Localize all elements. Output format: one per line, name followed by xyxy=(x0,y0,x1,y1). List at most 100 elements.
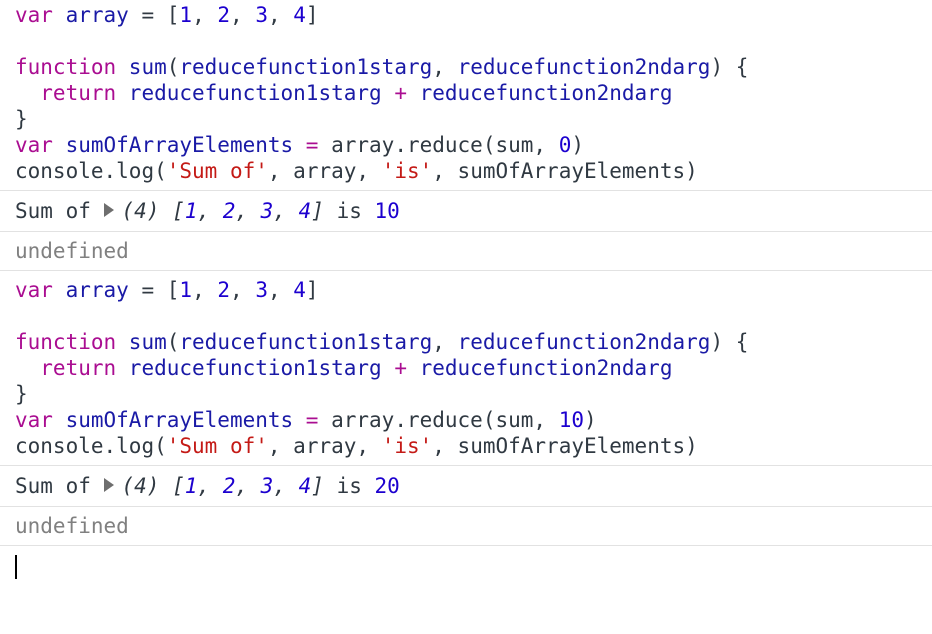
code-token: reducefunction1starg xyxy=(179,55,433,79)
code-line: } xyxy=(15,382,28,406)
code-token: function xyxy=(15,55,117,79)
code-token: .log( xyxy=(103,434,167,458)
code-token: var xyxy=(15,278,53,302)
code-token: , array, xyxy=(267,434,382,458)
code-token: , sumOfArrayElements) xyxy=(432,159,698,183)
log-text: Sum of xyxy=(15,199,104,223)
log-result: 10 xyxy=(374,199,400,223)
code-token: , xyxy=(192,278,218,302)
code-line: var sumOfArrayElements = array.reduce(su… xyxy=(15,407,932,433)
array-bracket: ] xyxy=(311,474,324,498)
code-token: , xyxy=(230,3,256,27)
code-token: reducefunction2ndarg xyxy=(419,81,673,105)
array-value: 1 xyxy=(184,474,198,498)
code-line: function sum(reducefunction1starg, reduc… xyxy=(15,54,932,80)
code-token: ) xyxy=(571,133,584,157)
console-log-output: Sum of (4) [1, 2, 3, 4] is 20 xyxy=(0,466,932,507)
code-token: 'is' xyxy=(381,159,433,183)
code-token: console xyxy=(15,159,104,183)
code-token: = xyxy=(128,278,167,302)
log-text: is xyxy=(323,199,375,223)
console-prompt-input[interactable] xyxy=(0,548,932,634)
code-token: 2 xyxy=(217,278,231,302)
code-token: 'Sum of' xyxy=(166,434,268,458)
code-token: [ xyxy=(166,278,180,302)
code-token: = xyxy=(128,3,167,27)
code-token: sum xyxy=(116,55,167,79)
code-line: var sumOfArrayElements = array.reduce(su… xyxy=(15,132,932,158)
code-line: console.log('Sum of', array, 'is', sumOf… xyxy=(15,158,932,184)
code-token: , xyxy=(267,278,294,302)
array-value: 4 xyxy=(298,474,312,498)
code-token: 4 xyxy=(293,3,306,27)
code-token: , xyxy=(432,330,458,354)
array-length[interactable]: (4) xyxy=(122,474,160,498)
code-token: 10 xyxy=(558,408,584,432)
code-token: + xyxy=(381,81,420,105)
code-token: , xyxy=(230,278,256,302)
console-log-output: Sum of (4) [1, 2, 3, 4] is 10 xyxy=(0,191,932,232)
array-value: 3 xyxy=(260,199,274,223)
log-line: Sum of (4) [1, 2, 3, 4] is 10 xyxy=(15,198,932,224)
code-token: 'Sum of' xyxy=(166,159,268,183)
disclosure-triangle-icon[interactable] xyxy=(103,478,114,492)
console-input-entry[interactable]: var array = [1, 2, 3, 4] function sum(re… xyxy=(0,0,932,191)
code-token: , sumOfArrayElements) xyxy=(432,434,698,458)
array-value: 2 xyxy=(222,199,236,223)
code-token: array xyxy=(65,3,129,27)
array-sep: , xyxy=(197,199,223,223)
array-bracket: ] xyxy=(311,199,324,223)
array-value: 3 xyxy=(260,474,274,498)
code-token: 1 xyxy=(179,3,193,27)
code-token: return xyxy=(15,81,117,105)
code-token: reducefunction2ndarg xyxy=(457,330,711,354)
console-return-value: undefined xyxy=(0,232,932,271)
code-token: sumOfArrayElements xyxy=(52,133,294,157)
code-token: 2 xyxy=(217,3,231,27)
code-token: var xyxy=(15,3,53,27)
array-sep: , xyxy=(273,199,299,223)
code-token: array xyxy=(331,133,395,157)
console-return-value: undefined xyxy=(0,507,932,546)
code-token: ( xyxy=(166,55,180,79)
code-line: return reducefunction1starg + reducefunc… xyxy=(15,355,932,381)
code-token: 'is' xyxy=(381,434,433,458)
code-token: [ xyxy=(166,3,180,27)
code-token: , xyxy=(432,55,458,79)
js-console: var array = [1, 2, 3, 4] function sum(re… xyxy=(0,0,932,634)
code-token: reducefunction1starg xyxy=(116,356,382,380)
console-input-entry[interactable]: var array = [1, 2, 3, 4] function sum(re… xyxy=(0,271,932,466)
array-length[interactable]: (4) xyxy=(122,199,160,223)
array-sep: , xyxy=(235,199,261,223)
code-token: var xyxy=(15,133,53,157)
code-token: reducefunction2ndarg xyxy=(457,55,711,79)
code-line: } xyxy=(15,107,28,131)
disclosure-triangle-icon[interactable] xyxy=(103,203,114,217)
code-token: array xyxy=(331,408,395,432)
array-value: 2 xyxy=(222,474,236,498)
array-sep: , xyxy=(273,474,299,498)
return-undefined: undefined xyxy=(15,239,129,263)
code-line: console.log('Sum of', array, 'is', sumOf… xyxy=(15,433,932,459)
code-token: ] xyxy=(305,278,319,302)
code-token: .reduce(sum, xyxy=(394,133,559,157)
code-token: function xyxy=(15,330,117,354)
code-token: sumOfArrayElements xyxy=(52,408,294,432)
code-token: reducefunction1starg xyxy=(116,81,382,105)
code-token: reducefunction1starg xyxy=(179,330,433,354)
array-bracket: [ xyxy=(159,474,185,498)
log-line: Sum of (4) [1, 2, 3, 4] is 20 xyxy=(15,473,932,499)
code-token: ) { xyxy=(710,330,749,354)
code-token: .reduce(sum, xyxy=(394,408,559,432)
code-token: ] xyxy=(305,3,319,27)
code-token: sum xyxy=(116,330,167,354)
array-bracket: [ xyxy=(159,199,185,223)
code-token: 3 xyxy=(255,278,268,302)
code-token: , xyxy=(192,3,218,27)
log-text: Sum of xyxy=(15,474,104,498)
code-token: = xyxy=(293,133,332,157)
code-token: var xyxy=(15,408,53,432)
code-token: 0 xyxy=(558,133,572,157)
